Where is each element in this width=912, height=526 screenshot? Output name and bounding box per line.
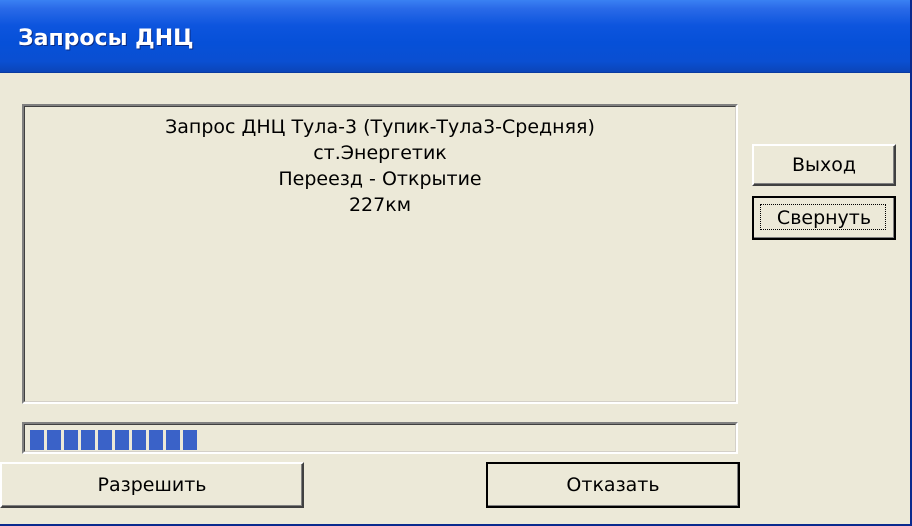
deny-button[interactable]: Отказать	[486, 462, 740, 508]
progress-segment	[149, 430, 163, 450]
exit-button[interactable]: Выход	[752, 144, 896, 186]
message-line-km: 227км	[348, 194, 412, 216]
minimize-button[interactable]: Свернуть	[752, 196, 896, 240]
message-line-request: Запрос ДНЦ Тула-3 (Тупик-Тула3-Средняя)	[165, 116, 595, 138]
progress-segment	[183, 430, 197, 450]
dialog-window: Запросы ДНЦ Запрос ДНЦ Тула-3 (Тупик-Тул…	[0, 0, 912, 526]
deny-button-label: Отказать	[566, 474, 660, 496]
progress-segment	[98, 430, 112, 450]
progress-segment	[132, 430, 146, 450]
window-title: Запросы ДНЦ	[18, 26, 194, 51]
progress-segment	[30, 430, 44, 450]
progress-segment	[166, 430, 180, 450]
progress-segment	[64, 430, 78, 450]
allow-button-label: Разрешить	[97, 474, 207, 496]
request-message-text: Запрос ДНЦ Тула-3 (Тупик-Тула3-Средняя) …	[24, 114, 736, 218]
message-line-station: ст.Энергетик	[313, 142, 447, 164]
progress-segment	[115, 430, 129, 450]
progress-fill	[30, 430, 197, 450]
message-line-crossing: Переезд - Открытие	[278, 168, 482, 190]
progress-segment	[47, 430, 61, 450]
minimize-button-label: Свернуть	[776, 207, 872, 229]
allow-button[interactable]: Разрешить	[0, 462, 304, 508]
exit-button-label: Выход	[791, 154, 857, 176]
progress-segment	[81, 430, 95, 450]
title-bar[interactable]: Запросы ДНЦ	[0, 0, 910, 73]
progress-bar	[22, 422, 738, 454]
request-message-panel: Запрос ДНЦ Тула-3 (Тупик-Тула3-Средняя) …	[22, 104, 738, 404]
